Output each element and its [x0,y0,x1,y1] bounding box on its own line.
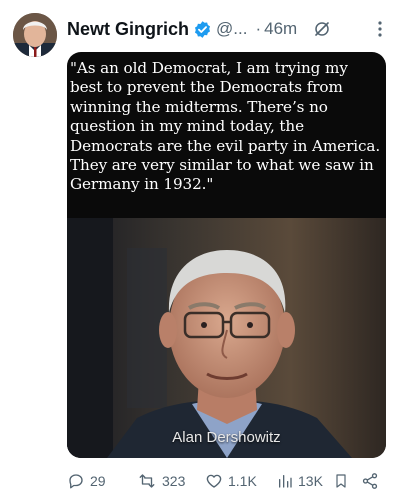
repost-icon [137,472,157,490]
share-button[interactable] [361,472,379,490]
avatar-photo [13,13,57,57]
tweet-media[interactable]: "As an old Democrat, I am trying my best… [67,52,386,458]
repost-count: 323 [162,473,186,489]
author-name[interactable]: Newt Gingrich [67,19,189,40]
reply-button[interactable]: 29 [67,472,137,490]
more-icon[interactable] [373,20,389,38]
verified-badge-icon [193,20,212,39]
like-button[interactable]: 1.1K [205,472,277,490]
tweet-header: Newt Gingrich @... · 46m [67,16,389,42]
separator-dot: · [255,19,262,38]
bookmark-icon [333,472,349,490]
reply-count: 29 [90,473,106,489]
like-icon [205,472,223,490]
photo-caption: Alan Dershowitz [172,429,281,446]
avatar[interactable] [13,13,57,57]
speaker-photo [67,218,386,458]
author-handle[interactable]: @... [216,19,247,39]
timestamp[interactable]: 46m [264,19,297,39]
bookmark-button[interactable] [333,472,361,490]
quote-text: "As an old Democrat, I am trying my best… [70,59,381,194]
views-icon [277,472,293,490]
action-bar: 29 323 1.1K 13K [67,470,389,492]
views-button[interactable]: 13K [277,472,333,490]
repost-button[interactable]: 323 [137,472,205,490]
views-count: 13K [298,473,323,489]
share-icon [361,472,379,490]
like-count: 1.1K [228,473,257,489]
reply-icon [67,472,85,490]
grok-icon[interactable] [313,20,331,38]
